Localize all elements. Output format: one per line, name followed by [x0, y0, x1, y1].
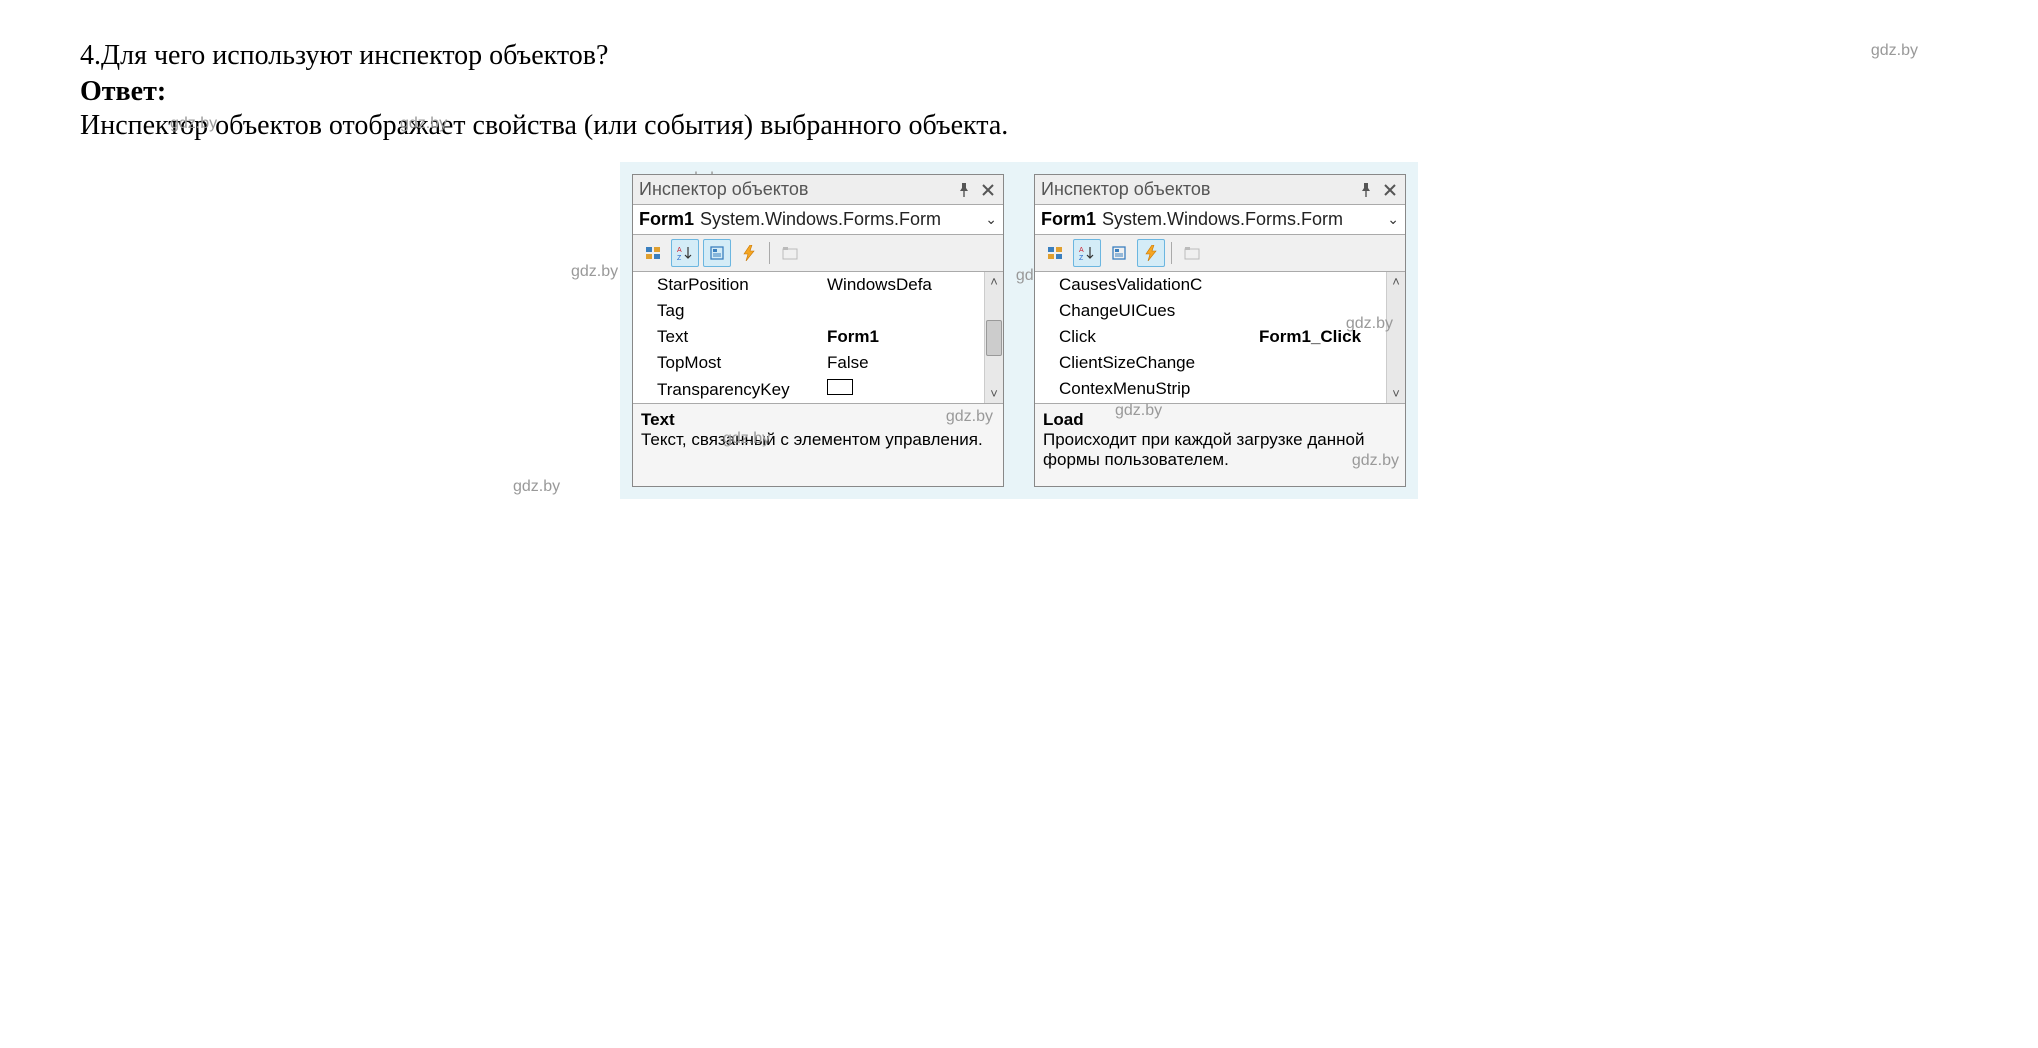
properties-icon[interactable] — [1105, 239, 1133, 267]
description-pane: Load Происходит при каждой загрузке данн… — [1035, 403, 1405, 486]
watermark: gdz.by — [513, 478, 560, 496]
property-grid: StarPosition WindowsDefa Tag Text Form1 … — [633, 272, 1003, 403]
close-icon[interactable] — [1381, 181, 1399, 199]
scroll-down-icon[interactable]: ˅ — [1392, 386, 1400, 401]
description-title: Text — [641, 410, 995, 430]
description-pane: Text Текст, связанный с элементом управл… — [633, 403, 1003, 486]
prop-row[interactable]: Tag — [633, 298, 984, 324]
prop-value: False — [827, 353, 984, 373]
event-value: Form1_Click — [1259, 327, 1386, 347]
property-pages-icon[interactable] — [776, 239, 804, 267]
prop-row[interactable]: Text Form1 — [633, 324, 984, 350]
prop-name: Tag — [657, 301, 827, 321]
answer-label: Ответ: — [80, 76, 1958, 108]
prop-value: WindowsDefa — [827, 275, 984, 295]
scroll-up-icon[interactable]: ˄ — [990, 274, 998, 289]
close-icon[interactable] — [979, 181, 997, 199]
prop-row[interactable]: TopMost False — [633, 350, 984, 376]
panels-container: gdz.by gdz.by gdz.by gdz.by gdz.by Инспе… — [620, 162, 1418, 499]
panel-title: Инспектор объектов — [639, 179, 949, 200]
pin-icon[interactable] — [955, 181, 973, 199]
event-name: ContexMenuStrip — [1059, 379, 1259, 399]
alphabetical-icon[interactable]: AZ — [671, 239, 699, 267]
color-swatch-icon — [827, 379, 853, 395]
event-name: CausesValidationC — [1059, 275, 1259, 295]
alphabetical-icon[interactable]: AZ — [1073, 239, 1101, 267]
object-name: Form1 — [1041, 209, 1096, 230]
chevron-down-icon: ⌄ — [985, 211, 997, 228]
event-name: Click — [1059, 327, 1259, 347]
description-text: Текст, связанный с элементом управления. — [641, 430, 995, 450]
prop-value: Form1 — [827, 327, 984, 347]
prop-name: Text — [657, 327, 827, 347]
prop-row[interactable]: StarPosition WindowsDefa — [633, 272, 984, 298]
toolbar-separator — [1171, 242, 1172, 264]
svg-text:A: A — [677, 247, 682, 254]
categorized-icon[interactable] — [639, 239, 667, 267]
scrollbar[interactable]: ˄ ˅ — [984, 272, 1003, 403]
prop-name: StarPosition — [657, 275, 827, 295]
event-row[interactable]: ContexMenuStrip — [1035, 376, 1386, 402]
chevron-down-icon: ⌄ — [1387, 211, 1399, 228]
panel-header: Инспектор объектов — [633, 175, 1003, 205]
event-grid: CausesValidationC ChangeUICues Click For… — [1035, 272, 1405, 403]
inspector-toolbar: AZ — [633, 235, 1003, 272]
events-icon[interactable] — [735, 239, 763, 267]
toolbar-separator — [769, 242, 770, 264]
panel-header: Инспектор объектов — [1035, 175, 1405, 205]
prop-row[interactable]: TransparencyKey — [633, 376, 984, 403]
event-row[interactable]: ChangeUICues — [1035, 298, 1386, 324]
watermark: gdz.by — [571, 263, 618, 281]
question-text: 4.Для чего используют инспектор объектов… — [80, 40, 1958, 72]
inspector-properties: gdz.by gdz.by gdz.by gdz.by gdz.by Инспе… — [632, 174, 1004, 487]
scrollbar[interactable]: ˄ ˅ — [1386, 272, 1405, 403]
prop-value — [827, 379, 984, 400]
description-text: Происходит при каждой загрузке данной фо… — [1043, 430, 1397, 470]
inspector-events: gdz.by gdz.by gdz.by Инспектор объектов … — [1034, 174, 1406, 487]
answer-text: Инспектор объектов отображает свойства (… — [80, 110, 1958, 142]
scroll-up-icon[interactable]: ˄ — [1392, 274, 1400, 289]
property-pages-icon[interactable] — [1178, 239, 1206, 267]
event-row[interactable]: ClientSizeChange — [1035, 350, 1386, 376]
object-selector[interactable]: Form1 System.Windows.Forms.Form ⌄ — [633, 205, 1003, 235]
svg-text:Z: Z — [1079, 255, 1084, 261]
event-row[interactable]: Click Form1_Click — [1035, 324, 1386, 350]
svg-text:A: A — [1079, 247, 1084, 254]
categorized-icon[interactable] — [1041, 239, 1069, 267]
svg-text:Z: Z — [677, 255, 682, 261]
object-name: Form1 — [639, 209, 694, 230]
object-selector[interactable]: Form1 System.Windows.Forms.Form ⌄ — [1035, 205, 1405, 235]
inspector-toolbar: AZ — [1035, 235, 1405, 272]
scroll-thumb[interactable] — [986, 320, 1002, 356]
event-name: ClientSizeChange — [1059, 353, 1259, 373]
events-icon[interactable] — [1137, 239, 1165, 267]
event-row[interactable]: CausesValidationC — [1035, 272, 1386, 298]
prop-name: TopMost — [657, 353, 827, 373]
object-type: System.Windows.Forms.Form — [700, 209, 985, 230]
properties-icon[interactable] — [703, 239, 731, 267]
description-title: Load — [1043, 410, 1397, 430]
panel-title: Инспектор объектов — [1041, 179, 1351, 200]
event-name: ChangeUICues — [1059, 301, 1259, 321]
prop-name: TransparencyKey — [657, 380, 827, 400]
pin-icon[interactable] — [1357, 181, 1375, 199]
object-type: System.Windows.Forms.Form — [1102, 209, 1387, 230]
scroll-down-icon[interactable]: ˅ — [990, 386, 998, 401]
